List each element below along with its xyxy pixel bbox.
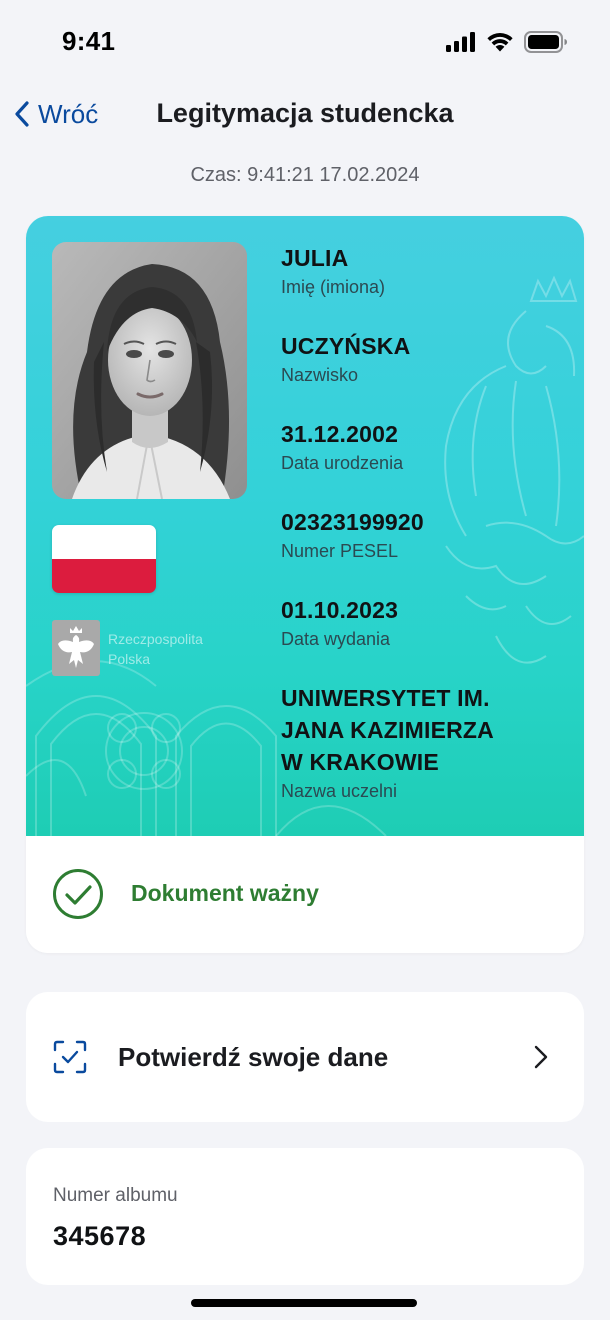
pesel-label: Numer PESEL [281, 541, 399, 561]
field-pesel: 02323199920 Numer PESEL [281, 507, 424, 562]
flag-white-stripe [52, 525, 156, 559]
card-visual: Rzeczpospolita Polska JULIA Imię (imiona… [26, 216, 584, 836]
emblem-caption: Rzeczpospolita Polska [108, 629, 203, 669]
issue-date-value: 01.10.2023 [281, 597, 399, 623]
last-name-label: Nazwisko [281, 365, 359, 385]
university-line1: UNIWERSYTET IM. [281, 685, 490, 711]
student-photo [52, 242, 247, 499]
university-line3: W KRAKOWIE [281, 749, 439, 775]
field-first-name: JULIA Imię (imiona) [281, 243, 385, 298]
status-bar: 9:41 [0, 0, 610, 84]
confirm-data-button[interactable]: Potwierdź swoje dane [26, 992, 584, 1122]
emblem-caption-line2: Polska [108, 651, 151, 667]
page-title: Legitymacja studencka [0, 98, 610, 129]
album-number-card: Numer albumu 345678 [26, 1148, 584, 1285]
polish-flag [52, 525, 156, 593]
birth-date-label: Data urodzenia [281, 453, 404, 473]
page-title-text: Legitymacja studencka [156, 98, 454, 128]
university-label: Nazwa uczelni [281, 781, 398, 801]
university-line2: JANA KAZIMIERZA [281, 717, 494, 743]
cellular-signal-icon [446, 32, 475, 52]
first-name-label: Imię (imiona) [281, 277, 386, 297]
scan-check-icon [53, 1040, 87, 1074]
album-number-label: Numer albumu [53, 1185, 178, 1206]
portrait-image [52, 242, 247, 499]
field-university: UNIWERSYTET IM. JANA KAZIMIERZA W KRAKOW… [281, 683, 494, 802]
first-name-value: JULIA [281, 245, 349, 271]
pesel-value: 02323199920 [281, 509, 424, 535]
album-number-value: 345678 [53, 1221, 147, 1251]
wifi-icon [487, 33, 513, 52]
field-last-name: UCZYŃSKA Nazwisko [281, 331, 410, 386]
check-circle-icon [53, 869, 103, 919]
confirm-data-label: Potwierdź swoje dane [118, 1042, 389, 1072]
flag-red-stripe [52, 559, 156, 593]
timestamp: Czas: 9:41:21 17.02.2024 [190, 164, 420, 186]
document-valid-label: Dokument ważny [131, 880, 319, 906]
issue-date-label: Data wydania [281, 629, 391, 649]
document-status: Dokument ważny [26, 836, 584, 953]
field-issue-date: 01.10.2023 Data wydania [281, 595, 398, 650]
status-time: 9:41 [62, 26, 116, 56]
home-indicator[interactable] [191, 1299, 417, 1307]
status-icons [446, 30, 568, 54]
eagle-emblem-icon [52, 620, 100, 676]
student-id-card: Rzeczpospolita Polska JULIA Imię (imiona… [26, 216, 584, 953]
birth-date-value: 31.12.2002 [281, 421, 399, 447]
last-name-value: UCZYŃSKA [281, 333, 411, 359]
chevron-right-icon [534, 1045, 548, 1069]
navigation-bar: Wróć Legitymacja studencka [0, 86, 610, 142]
emblem-caption-line1: Rzeczpospolita [108, 631, 203, 647]
battery-icon [524, 31, 567, 53]
field-birth-date: 31.12.2002 Data urodzenia [281, 419, 403, 474]
